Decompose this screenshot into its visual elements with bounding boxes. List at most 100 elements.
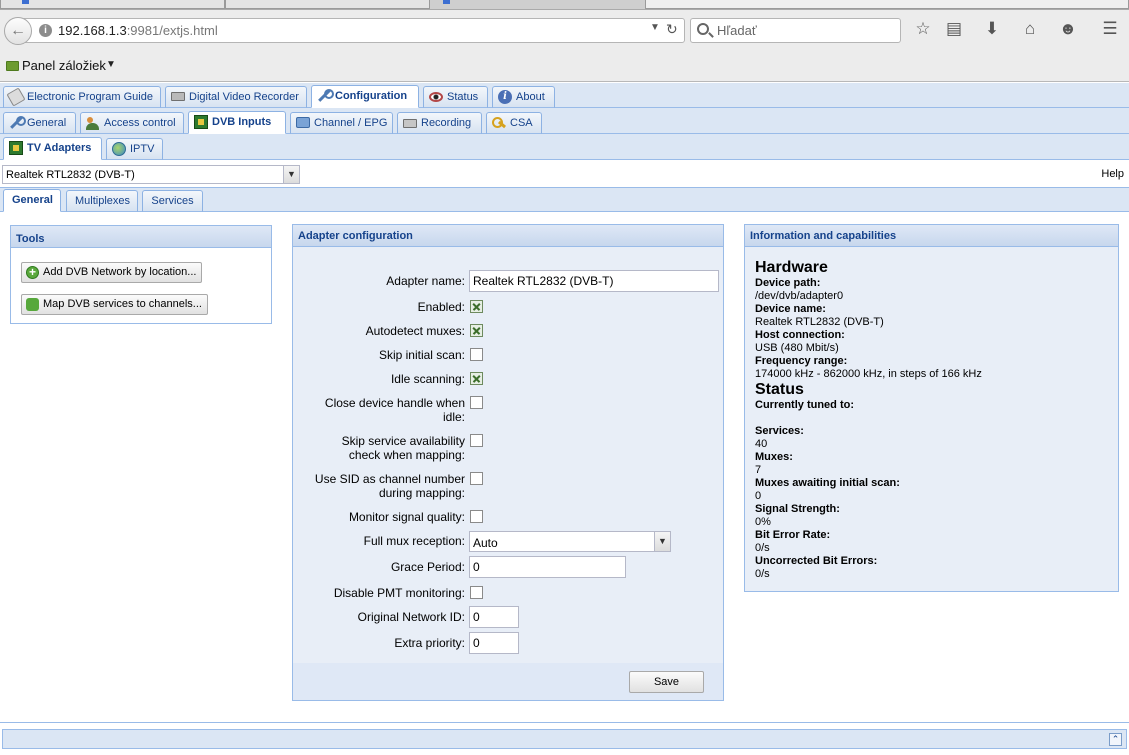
use-sid-checkbox[interactable] [470, 472, 483, 485]
tab-label: TV Adapters [27, 142, 92, 154]
tab-multiplexes[interactable]: Multiplexes [66, 190, 138, 212]
skip-availability-checkbox[interactable] [470, 434, 483, 447]
device-name-value: Realtek RTL2832 (DVB-T) [755, 316, 884, 328]
history-dropdown-icon[interactable]: ▼ [650, 22, 660, 33]
autodetect-checkbox[interactable] [470, 324, 483, 337]
close-handle-checkbox[interactable] [470, 396, 483, 409]
adapter-name-input[interactable]: Realtek RTL2832 (DVB-T) [469, 270, 719, 292]
menu-icon[interactable]: ☰ [1099, 18, 1121, 40]
reload-icon[interactable]: ↻ [666, 21, 678, 38]
tab-recording[interactable]: Recording [397, 112, 482, 134]
tab-configuration[interactable]: Configuration [311, 85, 419, 108]
wrench-icon [9, 116, 26, 130]
status-heading: Status [755, 381, 804, 398]
tab-label: Multiplexes [75, 195, 131, 207]
downloads-icon[interactable]: ⬇ [981, 18, 1003, 40]
tab-favicon [22, 0, 29, 4]
tuned-to-value [755, 412, 1112, 425]
tab-dvr[interactable]: Digital Video Recorder [165, 86, 307, 108]
url-path: :9981/extjs.html [126, 23, 218, 38]
idle-scan-checkbox[interactable] [470, 372, 483, 385]
tab-services[interactable]: Services [142, 190, 203, 212]
save-button[interactable]: Save [629, 671, 704, 693]
form-footer: Save [293, 663, 723, 700]
tab-label: Services [151, 195, 194, 207]
bookmark-star-icon[interactable]: ☆ [912, 18, 934, 40]
eye-icon [429, 92, 443, 102]
browser-tab-active[interactable] [645, 0, 1129, 9]
grace-period-input[interactable]: 0 [469, 556, 626, 578]
uncorrected-errors-key: Uncorrected Bit Errors: [755, 555, 878, 567]
adapter-select[interactable]: Realtek RTL2832 (DVB-T) ▼ [2, 165, 300, 184]
extra-priority-label: Extra priority: [394, 636, 465, 650]
tab-channel-epg[interactable]: Channel / EPG [290, 112, 393, 134]
chevron-down-icon[interactable]: ▼ [283, 166, 299, 183]
help-button[interactable]: Help [1101, 168, 1124, 180]
globe-icon [112, 142, 126, 156]
search-bar[interactable] [690, 18, 901, 43]
muxes-awaiting-value: 0 [755, 490, 762, 502]
services-key: Services: [755, 425, 804, 437]
home-icon[interactable]: ⌂ [1019, 18, 1041, 40]
full-mux-value: Auto [473, 536, 498, 550]
url-bar[interactable]: i 192.168.1.3:9981/extjs.html ▼ ↻ [24, 18, 685, 43]
expand-icon[interactable]: ⌃ [1109, 733, 1122, 746]
tab-favicon [443, 0, 450, 4]
caret-down-icon[interactable]: ▼ [106, 59, 116, 70]
adapter-select-value: Realtek RTL2832 (DVB-T) [6, 169, 135, 181]
folder-icon [6, 61, 19, 71]
device-name-key: Device name: [755, 303, 826, 315]
chevron-down-icon[interactable]: ▼ [654, 532, 670, 551]
tools-body: + Add DVB Network by location... Map DVB… [11, 248, 271, 323]
extra-priority-input[interactable]: 0 [469, 632, 519, 654]
tab-label: DVB Inputs [212, 116, 272, 128]
tab-epg[interactable]: Electronic Program Guide [3, 86, 161, 108]
browser-tab[interactable] [225, 0, 430, 9]
tab-access-control[interactable]: Access control [80, 112, 184, 134]
info-content: Hardware Device path: /dev/dvb/adapter0 … [755, 259, 1112, 581]
wrench-icon [317, 89, 334, 103]
users-icon [86, 116, 100, 130]
use-sid-label: Use SID as channel number [314, 472, 465, 486]
reading-list-icon[interactable]: ▤ [943, 18, 965, 40]
tab-about[interactable]: i About [492, 86, 555, 108]
tab-adapter-general[interactable]: General [3, 189, 61, 212]
site-info-icon[interactable]: i [39, 24, 52, 37]
search-icon [697, 23, 709, 35]
info-icon: i [498, 90, 512, 104]
tab-iptv[interactable]: IPTV [106, 138, 163, 160]
tab-dvb-inputs[interactable]: DVB Inputs [188, 111, 286, 134]
back-button[interactable]: ← [4, 17, 32, 45]
search-input[interactable] [715, 22, 895, 39]
muxes-value: 7 [755, 464, 762, 476]
original-network-id-label: Original Network ID: [357, 610, 465, 624]
log-panel-header[interactable]: ⌃ [2, 729, 1127, 749]
monitor-signal-checkbox[interactable] [470, 510, 483, 523]
original-network-id-input[interactable]: 0 [469, 606, 519, 628]
browser-tab[interactable] [0, 0, 225, 9]
button-label: Map DVB services to channels... [43, 298, 202, 310]
skip-scan-checkbox[interactable] [470, 348, 483, 361]
adapter-tabbar: General Multiplexes Services [0, 188, 1129, 212]
tab-csa[interactable]: CSA [486, 112, 542, 134]
tab-label: Channel / EPG [314, 117, 388, 129]
add-dvb-network-button[interactable]: + Add DVB Network by location... [21, 262, 203, 283]
main-tabbar: Electronic Program Guide Digital Video R… [0, 83, 1129, 108]
services-value: 40 [755, 438, 768, 450]
enabled-checkbox[interactable] [470, 300, 483, 313]
key-icon [492, 116, 506, 130]
device-path-key: Device path: [755, 277, 821, 289]
enabled-label: Enabled: [417, 300, 465, 314]
tab-general[interactable]: General [3, 112, 76, 134]
tab-status[interactable]: Status [423, 86, 488, 108]
bookmarks-menu[interactable]: Panel záložiek [22, 58, 106, 73]
full-mux-select[interactable]: Auto ▼ [469, 531, 671, 552]
tab-tv-adapters[interactable]: TV Adapters [3, 137, 102, 160]
disable-pmt-checkbox[interactable] [470, 586, 483, 599]
map-dvb-services-button[interactable]: Map DVB services to channels... [21, 294, 208, 315]
adapter-config-title: Adapter configuration [293, 225, 723, 247]
use-sid-label-cont: during mapping: [378, 486, 465, 500]
add-icon: + [26, 266, 39, 279]
button-label: Add DVB Network by location... [43, 266, 197, 278]
chat-icon[interactable]: ☻ [1057, 18, 1079, 40]
